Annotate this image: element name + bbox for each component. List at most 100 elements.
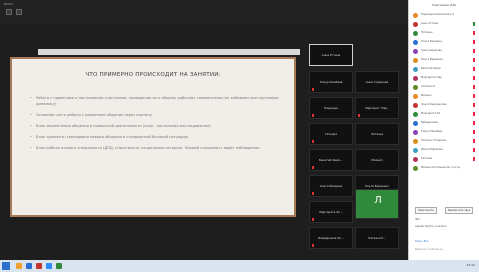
mic-off-icon bbox=[473, 148, 475, 152]
participant-row[interactable]: Татьяна bbox=[413, 156, 476, 163]
participant-row[interactable]: Наталья Р bbox=[413, 84, 476, 91]
video-tile[interactable]: Байдеромов Эл... bbox=[309, 227, 353, 249]
mic-off-icon bbox=[358, 114, 360, 117]
participant-row[interactable]: Бекатий Ферм bbox=[413, 66, 476, 73]
mic-off-icon bbox=[473, 67, 475, 71]
avatar bbox=[413, 112, 418, 117]
windows-start-icon[interactable] bbox=[2, 262, 10, 270]
mic-off-icon bbox=[473, 139, 475, 143]
window-title: Zoom bbox=[4, 2, 13, 6]
screen-share-bar[interactable] bbox=[38, 49, 300, 55]
participant-row[interactable]: Наталья bbox=[413, 30, 476, 37]
folder-icon[interactable] bbox=[16, 263, 22, 269]
view-icon[interactable] bbox=[6, 9, 12, 15]
chat-message: здравствуйте, коллеги bbox=[415, 225, 447, 228]
mic-off-icon bbox=[473, 130, 475, 134]
video-tile[interactable]: Тимур Минбаев bbox=[309, 71, 353, 93]
video-tile[interactable]: Надежда bbox=[309, 97, 353, 119]
slide-bullet: Блок закрепления общения в привычной дея… bbox=[30, 123, 280, 129]
slide-bullet: Работа с приветами и настроением участни… bbox=[30, 95, 280, 107]
avatar bbox=[413, 166, 418, 171]
zoom-icon[interactable] bbox=[46, 263, 52, 269]
participant-row[interactable]: Надежда Кириллова (я) bbox=[413, 12, 476, 19]
mic-off-icon bbox=[312, 218, 314, 221]
avatar bbox=[413, 67, 418, 72]
avatar bbox=[413, 121, 418, 126]
zoom-window: Zoom ЧТО ПРИМЕРНО ПРОИСХОДИТ НА ЗАНЯТИИ:… bbox=[0, 0, 479, 272]
slide-bullets: Работа с приветами и настроением участни… bbox=[30, 95, 280, 156]
participant-row[interactable]: Анна Устина bbox=[413, 21, 476, 28]
mic-off-icon bbox=[473, 40, 475, 44]
browser-icon[interactable] bbox=[26, 263, 32, 269]
invite-button[interactable]: Пригласить bbox=[415, 207, 438, 214]
chat-recipient-select[interactable]: Кому: Все bbox=[415, 240, 428, 243]
participants-panel: Участники (18) Надежда Кириллова (я) Анн… bbox=[408, 0, 479, 260]
video-tile-avatar[interactable]: Л bbox=[355, 189, 399, 219]
video-tile[interactable]: Ольга Балдина bbox=[309, 175, 353, 197]
video-tile[interactable]: Михаил bbox=[355, 149, 399, 171]
mic-off-icon bbox=[312, 140, 314, 143]
taskbar-clock: 12:12 bbox=[466, 263, 475, 267]
participant-row[interactable]: Михаил bbox=[413, 93, 476, 100]
participant-row[interactable]: Маргарита Пар bbox=[413, 75, 476, 82]
participant-row[interactable]: Ирина Ефимова bbox=[413, 147, 476, 154]
video-tile[interactable]: Анна Сидорова bbox=[355, 71, 399, 93]
avatar bbox=[413, 31, 418, 36]
top-toolbar: Zoom bbox=[0, 0, 408, 24]
avatar bbox=[413, 103, 418, 108]
chat-input[interactable]: Введите сообщение... bbox=[415, 248, 445, 251]
mic-off-icon bbox=[312, 244, 314, 247]
windows-taskbar: 12:12 bbox=[0, 260, 479, 272]
panel-title: Участники (18) bbox=[432, 3, 456, 7]
video-tile[interactable]: Бекатий Ферм... bbox=[309, 149, 353, 171]
mic-off-icon bbox=[312, 192, 314, 195]
mic-off-icon bbox=[473, 121, 475, 125]
participant-row[interactable]: Анна Сидорова bbox=[413, 48, 476, 55]
app-icon[interactable] bbox=[56, 263, 62, 269]
avatar bbox=[413, 76, 418, 81]
slide-bullet: Основная часть работы с развитием общени… bbox=[30, 112, 280, 118]
mic-off-icon bbox=[473, 94, 475, 98]
shield-icon[interactable] bbox=[16, 9, 22, 15]
chat-header: Чат bbox=[415, 218, 420, 221]
avatar bbox=[413, 22, 418, 27]
mic-off-icon bbox=[473, 103, 475, 107]
video-tile[interactable]: Татьяна bbox=[309, 123, 353, 145]
mic-off-icon bbox=[312, 114, 314, 117]
avatar bbox=[413, 49, 418, 54]
participant-row[interactable]: Ольга Балдина bbox=[413, 39, 476, 46]
mic-off-icon bbox=[473, 49, 475, 53]
app-icon[interactable] bbox=[36, 263, 42, 269]
slide-title: ЧТО ПРИМЕРНО ПРОИСХОДИТ НА ЗАНЯТИИ: bbox=[85, 72, 221, 78]
avatar bbox=[413, 139, 418, 144]
participant-row[interactable]: Михаил Котельников (гость) bbox=[413, 165, 476, 172]
participant-row[interactable]: Ольга Вдовенко bbox=[413, 57, 476, 64]
video-tile[interactable]: Маргарит. Пар.. bbox=[355, 97, 399, 119]
video-tile[interactable]: Наталья bbox=[355, 123, 399, 145]
slide-bullet: Блок работы второго специалиста (ДПД, ст… bbox=[30, 145, 280, 151]
avatar bbox=[413, 148, 418, 153]
avatar bbox=[413, 157, 418, 162]
avatar bbox=[413, 94, 418, 99]
avatar bbox=[413, 130, 418, 135]
avatar bbox=[413, 40, 418, 45]
mic-off-icon bbox=[473, 31, 475, 35]
shared-slide: ЧТО ПРИМЕРНО ПРОИСХОДИТ НА ЗАНЯТИИ: Рабо… bbox=[10, 57, 296, 217]
video-tile[interactable]: Маргарита Эл... bbox=[309, 201, 353, 223]
avatar bbox=[413, 13, 418, 18]
mic-off-icon bbox=[473, 85, 475, 89]
mic-off-icon bbox=[473, 157, 475, 161]
avatar bbox=[413, 58, 418, 63]
mic-off-icon bbox=[473, 112, 475, 116]
mic-off-icon bbox=[473, 58, 475, 62]
mic-icon bbox=[473, 22, 475, 26]
mic-off-icon bbox=[473, 76, 475, 80]
mute-all-button[interactable]: Выключить звук bbox=[445, 207, 474, 214]
participant-row[interactable]: Ольга Бердникова bbox=[413, 102, 476, 109]
participant-row[interactable]: Тимур Минбаев bbox=[413, 129, 476, 136]
participant-row[interactable]: Наталья Тетерина bbox=[413, 138, 476, 145]
participant-row[interactable]: Байдеромов bbox=[413, 120, 476, 127]
participant-row[interactable]: Маргарита Эл bbox=[413, 111, 476, 118]
video-tile[interactable]: Анна Устина bbox=[309, 44, 353, 66]
video-tile[interactable]: Наталья Р... bbox=[355, 227, 399, 249]
